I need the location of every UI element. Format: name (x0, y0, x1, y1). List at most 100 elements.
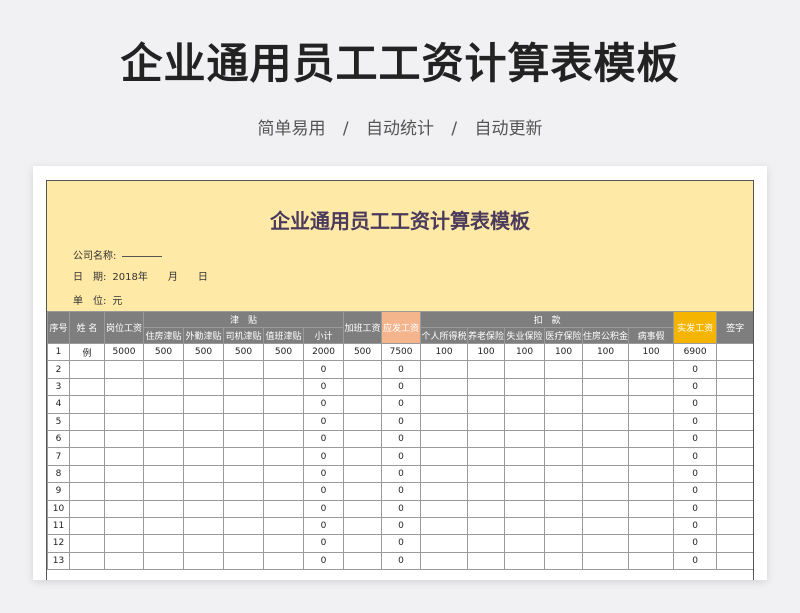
table-cell[interactable] (628, 516, 675, 536)
table-cell[interactable]: 7 (47, 447, 70, 466)
table-cell[interactable] (504, 464, 546, 484)
table-cell[interactable]: 500 (143, 342, 184, 362)
table-cell[interactable] (69, 482, 105, 501)
table-cell[interactable] (223, 551, 264, 571)
table-cell[interactable] (628, 429, 675, 449)
table-cell[interactable] (504, 395, 546, 414)
table-cell[interactable] (183, 412, 224, 431)
table-cell[interactable] (467, 534, 506, 553)
table-cell[interactable] (467, 395, 506, 414)
table-cell[interactable] (420, 395, 469, 414)
table-cell[interactable] (104, 429, 144, 449)
table-cell[interactable] (504, 447, 546, 466)
table-cell[interactable]: 例 (69, 342, 105, 362)
table-cell[interactable] (69, 360, 105, 379)
table-cell[interactable] (223, 447, 264, 466)
table-cell[interactable]: 0 (673, 447, 718, 466)
table-cell[interactable]: 0 (673, 551, 718, 571)
table-cell[interactable] (420, 429, 469, 449)
table-cell[interactable] (628, 447, 675, 466)
table-cell[interactable] (183, 447, 224, 466)
table-cell[interactable]: 0 (381, 429, 422, 449)
table-cell[interactable] (263, 429, 304, 449)
table-cell[interactable] (223, 464, 264, 484)
table-cell[interactable] (716, 482, 753, 501)
table-cell[interactable]: 0 (381, 412, 422, 431)
table-cell[interactable] (716, 534, 753, 553)
table-cell[interactable]: 6900 (673, 342, 718, 362)
table-cell[interactable]: 0 (302, 412, 345, 431)
table-cell[interactable] (143, 377, 184, 397)
table-cell[interactable] (143, 447, 184, 466)
table-cell[interactable]: 5000 (104, 342, 144, 362)
table-cell[interactable]: 0 (381, 551, 422, 571)
table-cell[interactable] (420, 412, 469, 431)
table-cell[interactable] (104, 377, 144, 397)
table-cell[interactable] (223, 377, 264, 397)
table-cell[interactable]: 500 (223, 342, 264, 362)
table-cell[interactable] (582, 429, 630, 449)
table-cell[interactable] (263, 534, 304, 553)
table-cell[interactable]: 5 (47, 412, 70, 431)
table-cell[interactable] (467, 482, 506, 501)
table-cell[interactable] (69, 447, 105, 466)
table-cell[interactable]: 0 (673, 360, 718, 379)
table-cell[interactable] (582, 377, 630, 397)
table-cell[interactable]: 0 (381, 377, 422, 397)
table-cell[interactable] (183, 516, 224, 536)
table-cell[interactable]: 0 (673, 534, 718, 553)
table-cell[interactable] (104, 395, 144, 414)
table-cell[interactable]: 10 (47, 499, 70, 518)
table-cell[interactable] (544, 429, 584, 449)
table-cell[interactable] (628, 464, 675, 484)
table-cell[interactable] (343, 447, 383, 466)
table-cell[interactable]: 0 (673, 482, 718, 501)
table-cell[interactable] (544, 534, 584, 553)
table-cell[interactable] (420, 360, 469, 379)
table-cell[interactable] (420, 499, 469, 518)
table-cell[interactable] (263, 464, 304, 484)
table-cell[interactable] (263, 447, 304, 466)
table-cell[interactable] (582, 499, 630, 518)
table-cell[interactable] (504, 412, 546, 431)
table-cell[interactable] (263, 395, 304, 414)
table-cell[interactable]: 9 (47, 482, 70, 501)
table-cell[interactable]: 0 (381, 499, 422, 518)
table-cell[interactable] (69, 551, 105, 571)
table-cell[interactable]: 500 (343, 342, 383, 362)
table-cell[interactable] (104, 551, 144, 571)
table-cell[interactable] (343, 482, 383, 501)
table-cell[interactable] (343, 516, 383, 536)
table-cell[interactable] (467, 360, 506, 379)
table-cell[interactable] (183, 499, 224, 518)
table-cell[interactable] (716, 412, 753, 431)
table-cell[interactable] (716, 429, 753, 449)
table-cell[interactable] (582, 412, 630, 431)
table-cell[interactable] (716, 551, 753, 571)
table-cell[interactable] (504, 551, 546, 571)
table-cell[interactable] (104, 516, 144, 536)
table-cell[interactable] (183, 377, 224, 397)
table-cell[interactable] (104, 482, 144, 501)
table-cell[interactable] (544, 377, 584, 397)
table-cell[interactable] (628, 534, 675, 553)
table-cell[interactable]: 100 (582, 342, 630, 362)
table-cell[interactable] (223, 534, 264, 553)
table-cell[interactable] (504, 360, 546, 379)
table-cell[interactable]: 100 (504, 342, 546, 362)
table-cell[interactable] (467, 551, 506, 571)
table-cell[interactable] (143, 551, 184, 571)
table-cell[interactable] (223, 482, 264, 501)
table-cell[interactable] (343, 412, 383, 431)
table-cell[interactable] (143, 499, 184, 518)
table-cell[interactable] (343, 429, 383, 449)
table-cell[interactable] (467, 377, 506, 397)
table-cell[interactable]: 100 (544, 342, 584, 362)
table-cell[interactable]: 500 (263, 342, 304, 362)
table-cell[interactable] (420, 464, 469, 484)
table-cell[interactable] (716, 360, 753, 379)
table-cell[interactable] (544, 482, 584, 501)
table-cell[interactable] (628, 499, 675, 518)
table-cell[interactable]: 100 (420, 342, 469, 362)
table-cell[interactable]: 0 (302, 395, 345, 414)
